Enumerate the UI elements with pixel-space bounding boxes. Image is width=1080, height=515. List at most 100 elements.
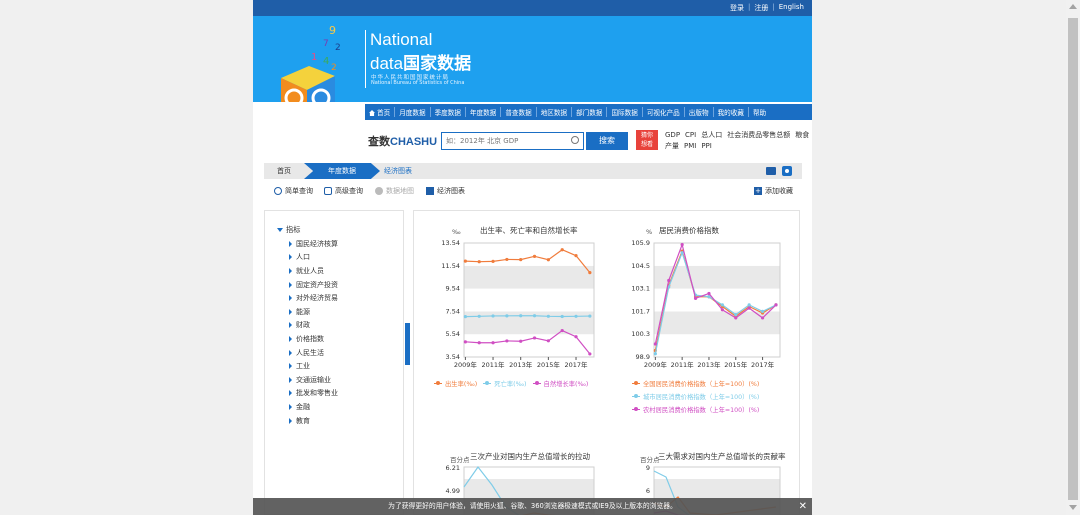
quick-link[interactable]: PPI xyxy=(701,142,712,150)
data-point[interactable] xyxy=(653,342,657,346)
register-link[interactable]: 注册 xyxy=(750,3,772,13)
legend-item[interactable]: 全国居民消费价格指数（上年=100）(%) xyxy=(632,377,759,390)
search-button[interactable]: 搜索 xyxy=(586,132,628,150)
data-point[interactable] xyxy=(574,335,578,339)
data-point[interactable] xyxy=(532,254,537,258)
tree-item[interactable]: 国民经济核算 xyxy=(289,237,338,251)
simple-query-button[interactable]: 简单查询 xyxy=(274,186,313,196)
english-link[interactable]: English xyxy=(775,3,808,13)
data-point[interactable] xyxy=(574,314,578,318)
legend-item[interactable]: 死亡率(‰) xyxy=(483,377,527,390)
data-point[interactable] xyxy=(519,258,523,262)
data-point[interactable] xyxy=(734,313,738,317)
data-point[interactable] xyxy=(477,314,481,318)
data-point[interactable] xyxy=(720,303,724,307)
data-point[interactable] xyxy=(680,243,684,247)
data-point[interactable] xyxy=(519,314,523,318)
data-point[interactable] xyxy=(546,339,550,343)
tree-item[interactable]: 固定资产投资 xyxy=(289,278,338,292)
data-point[interactable] xyxy=(532,314,537,318)
tree-item[interactable]: 能源 xyxy=(289,305,338,319)
data-point[interactable] xyxy=(653,352,657,356)
nav-item-1[interactable]: 月度数据 xyxy=(395,107,431,117)
tree-item[interactable]: 价格指数 xyxy=(289,332,338,346)
data-point[interactable] xyxy=(588,314,592,318)
quick-link[interactable]: 社会消费品零售总额 xyxy=(727,131,790,139)
data-point[interactable] xyxy=(491,314,495,318)
close-icon[interactable]: ✕ xyxy=(799,498,807,515)
data-point[interactable] xyxy=(747,306,751,310)
tree-item[interactable]: 财政 xyxy=(289,319,338,333)
data-point[interactable] xyxy=(574,254,578,258)
nav-item-8[interactable]: 可视化产品 xyxy=(643,107,685,117)
data-point[interactable] xyxy=(546,314,550,318)
search-icon[interactable] xyxy=(571,136,579,144)
data-point[interactable] xyxy=(491,259,495,263)
data-point[interactable] xyxy=(463,259,467,263)
data-point[interactable] xyxy=(680,251,684,255)
share-icon[interactable] xyxy=(782,166,792,176)
data-point[interactable] xyxy=(546,258,550,262)
tree-item[interactable]: 人民生活 xyxy=(289,346,338,360)
legend-item[interactable]: 农村居民消费价格指数（上年=100）(%) xyxy=(632,403,759,416)
scroll-up-icon[interactable] xyxy=(1069,4,1077,9)
nav-item-10[interactable]: 我的收藏 xyxy=(714,107,749,117)
data-point[interactable] xyxy=(491,341,495,345)
data-point[interactable] xyxy=(519,339,523,343)
nav-item-7[interactable]: 国际数据 xyxy=(607,107,643,117)
nav-item-4[interactable]: 普查数据 xyxy=(501,107,537,117)
data-point[interactable] xyxy=(560,328,564,333)
breadcrumb-annual[interactable]: 年度数据 xyxy=(304,163,380,179)
tree-item[interactable]: 交通运输业 xyxy=(289,373,338,387)
data-point[interactable] xyxy=(505,314,509,318)
tree-item[interactable]: 人口 xyxy=(289,251,338,265)
breadcrumb-home[interactable]: 首页 xyxy=(264,163,304,179)
quick-link[interactable]: GDP xyxy=(665,131,680,139)
quick-link[interactable]: 总人口 xyxy=(701,131,722,139)
data-point[interactable] xyxy=(463,340,467,344)
tree-item[interactable]: 金融 xyxy=(289,400,338,414)
tree-item[interactable]: 工业 xyxy=(289,359,338,373)
scroll-thumb[interactable] xyxy=(1068,18,1078,500)
legend-item[interactable]: 出生率(‰) xyxy=(434,377,477,390)
quick-link[interactable]: CPI xyxy=(685,131,696,139)
data-point[interactable] xyxy=(707,291,711,296)
data-point[interactable] xyxy=(588,352,592,356)
add-favorite-button[interactable]: + 添加收藏 xyxy=(754,186,793,196)
data-point[interactable] xyxy=(734,316,738,320)
nav-item-3[interactable]: 年度数据 xyxy=(466,107,502,117)
nav-item-6[interactable]: 部门数据 xyxy=(572,107,608,117)
tree-root[interactable]: 指标 xyxy=(277,225,300,235)
tree-item[interactable]: 对外经济贸易 xyxy=(289,291,338,305)
data-point[interactable] xyxy=(505,339,509,343)
nav-item-9[interactable]: 出版物 xyxy=(685,107,714,117)
panel-resize-handle[interactable] xyxy=(405,323,410,365)
nav-item-5[interactable]: 地区数据 xyxy=(537,107,573,117)
data-point[interactable] xyxy=(760,309,765,313)
data-point[interactable] xyxy=(588,271,592,275)
data-point[interactable] xyxy=(477,341,481,345)
data-point[interactable] xyxy=(532,336,537,340)
data-map-button[interactable]: 数据地图 xyxy=(375,186,414,196)
data-point[interactable] xyxy=(560,248,564,252)
window-scrollbar[interactable] xyxy=(1066,0,1080,515)
advanced-query-button[interactable]: 高级查询 xyxy=(324,186,363,196)
data-point[interactable] xyxy=(667,278,671,283)
nav-item-0[interactable]: 首页 xyxy=(365,107,396,117)
quick-link[interactable]: PMI xyxy=(684,142,696,150)
tree-item[interactable]: 教育 xyxy=(289,414,338,428)
data-point[interactable] xyxy=(760,316,765,320)
scroll-down-icon[interactable] xyxy=(1069,505,1077,510)
data-point[interactable] xyxy=(720,308,724,312)
data-point[interactable] xyxy=(747,303,751,307)
printer-icon[interactable] xyxy=(766,167,776,175)
nav-item-2[interactable]: 季度数据 xyxy=(431,107,466,117)
data-point[interactable] xyxy=(477,260,481,264)
data-point[interactable] xyxy=(505,257,509,262)
data-point[interactable] xyxy=(693,296,698,300)
legend-item[interactable]: 城市居民消费价格指数（上年=100）(%) xyxy=(632,390,759,403)
data-point[interactable] xyxy=(560,314,564,319)
data-point[interactable] xyxy=(463,315,467,319)
search-input[interactable] xyxy=(446,134,571,148)
tree-item[interactable]: 批发和零售业 xyxy=(289,387,338,401)
